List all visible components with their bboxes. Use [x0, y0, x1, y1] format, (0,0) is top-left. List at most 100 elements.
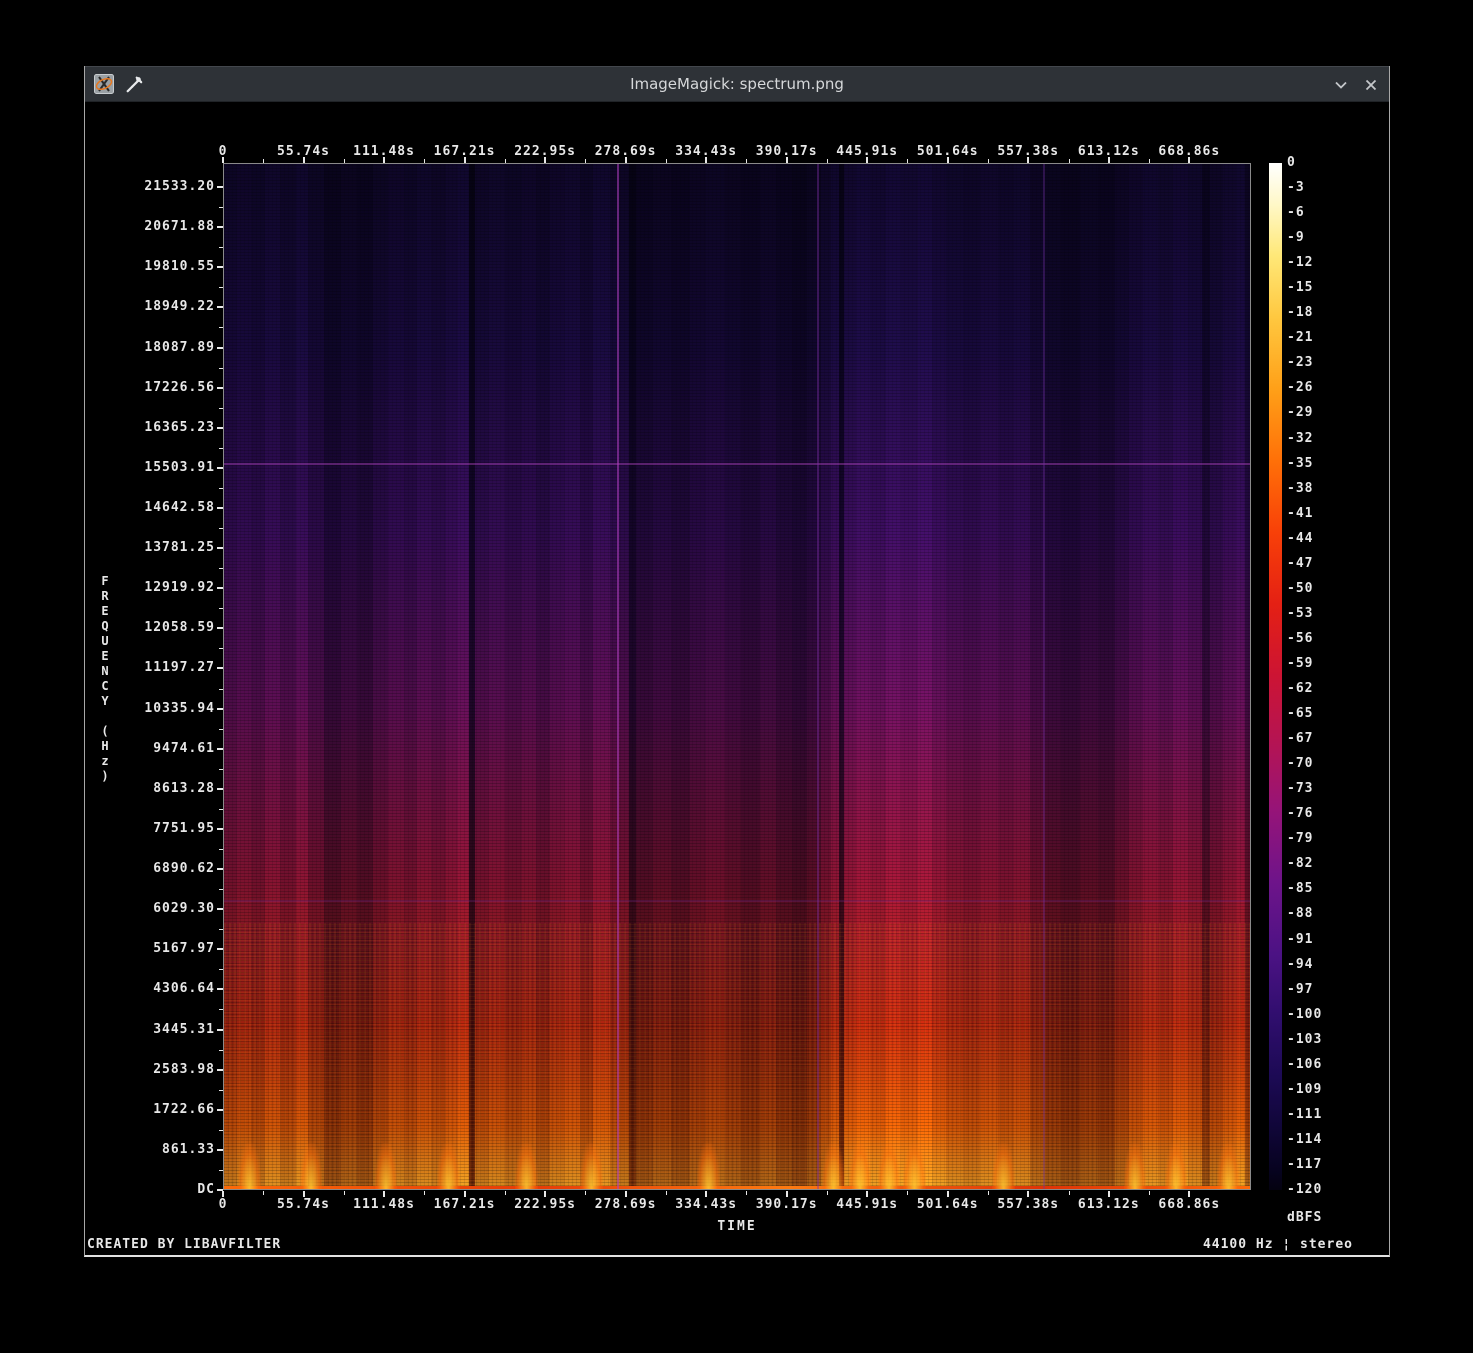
- time-minor-tick: [424, 159, 425, 163]
- time-minor-tick: [344, 159, 345, 163]
- freq-minor-tick: [219, 528, 223, 529]
- stream-info-text: 44100 Hz ¦ stereo: [1203, 1237, 1353, 1252]
- time-tick-mark: [705, 157, 707, 163]
- dbfs-tick-label: -53: [1287, 606, 1313, 621]
- dbfs-tick-label: -82: [1287, 856, 1313, 871]
- shade-button[interactable]: [1333, 77, 1349, 93]
- freq-minor-tick: [219, 408, 223, 409]
- freq-tick-mark: [217, 948, 223, 950]
- freq-minor-tick: [219, 689, 223, 690]
- spectrogram-hotspot: [375, 1143, 398, 1189]
- freq-tick-mark: [217, 507, 223, 509]
- time-minor-tick: [505, 159, 506, 163]
- freq-minor-tick: [219, 368, 223, 369]
- freq-minor-tick: [219, 729, 223, 730]
- freq-tick-label: DC: [85, 1182, 215, 1197]
- time-tick-label: 334.43s: [675, 1197, 737, 1212]
- dbfs-tick-label: -91: [1287, 932, 1313, 947]
- dbfs-tick-label: -56: [1287, 631, 1313, 646]
- freq-tick-mark: [217, 306, 223, 308]
- dbfs-colorbar: [1269, 163, 1282, 1190]
- time-minor-tick: [1149, 1191, 1150, 1195]
- spectrogram-vertical-line: [1043, 164, 1045, 1189]
- close-button[interactable]: [1363, 77, 1379, 93]
- spectrogram-hotspot: [903, 1143, 926, 1189]
- spectrogram-hotspot: [992, 1143, 1015, 1189]
- dbfs-tick-label: -18: [1287, 305, 1313, 320]
- time-minor-tick: [666, 1191, 667, 1195]
- freq-tick-mark: [217, 988, 223, 990]
- freq-minor-tick: [219, 608, 223, 609]
- dbfs-tick-label: -114: [1287, 1132, 1322, 1147]
- freq-tick-mark: [217, 347, 223, 349]
- time-tick-label: 167.21s: [434, 1197, 496, 1212]
- freq-tick-mark: [217, 708, 223, 710]
- dbfs-tick-label: -109: [1287, 1082, 1322, 1097]
- freq-tick-mark: [217, 1149, 223, 1151]
- freq-minor-tick: [219, 1050, 223, 1051]
- time-tick-mark: [222, 157, 224, 163]
- spectrogram-plot: [223, 163, 1251, 1190]
- spectrum-image: FREQUENCY (Hz) dBFS TIME CREATED BY LIBA…: [85, 102, 1389, 1255]
- time-tick-mark: [303, 157, 305, 163]
- freq-minor-tick: [219, 1090, 223, 1091]
- freq-tick-label: 7751.95: [85, 821, 215, 836]
- freq-tick-mark: [217, 748, 223, 750]
- freq-minor-tick: [219, 327, 223, 328]
- title-bar[interactable]: ImageMagick: spectrum.png: [85, 66, 1389, 102]
- dbfs-tick-label: -97: [1287, 982, 1313, 997]
- freq-tick-mark: [217, 1069, 223, 1071]
- freq-tick-label: 21533.20: [85, 179, 215, 194]
- freq-tick-mark: [217, 226, 223, 228]
- spectrogram-hotspot: [878, 1143, 901, 1189]
- time-minor-tick: [1069, 159, 1070, 163]
- dbfs-tick-label: -41: [1287, 506, 1313, 521]
- freq-tick-label: 20671.88: [85, 219, 215, 234]
- dbfs-tick-label: -76: [1287, 806, 1313, 821]
- time-tick-label: 55.74s: [277, 1197, 330, 1212]
- freq-tick-mark: [217, 266, 223, 268]
- time-minor-tick: [585, 159, 586, 163]
- dbfs-tick-label: -117: [1287, 1157, 1322, 1172]
- time-tick-mark: [866, 157, 868, 163]
- dbfs-tick-label: -9: [1287, 230, 1305, 245]
- freq-tick-mark: [217, 1109, 223, 1111]
- freq-tick-label: 861.33: [85, 1142, 215, 1157]
- time-minor-tick: [1069, 1191, 1070, 1195]
- spectrogram-hotspot: [238, 1143, 261, 1189]
- time-tick-mark: [1027, 1191, 1029, 1197]
- time-tick-mark: [705, 1191, 707, 1197]
- dbfs-unit-label: dBFS: [1287, 1210, 1322, 1225]
- freq-tick-mark: [217, 387, 223, 389]
- freq-tick-mark: [217, 427, 223, 429]
- spectrogram-hotspot: [849, 1143, 872, 1189]
- dbfs-tick-label: -29: [1287, 405, 1313, 420]
- time-minor-tick: [585, 1191, 586, 1195]
- freq-minor-tick: [219, 769, 223, 770]
- time-tick-mark: [947, 1191, 949, 1197]
- time-tick-label: 668.86s: [1158, 1197, 1220, 1212]
- freq-tick-label: 9474.61: [85, 741, 215, 756]
- dbfs-tick-label: -26: [1287, 380, 1313, 395]
- spectrogram-hotspot: [1165, 1143, 1188, 1189]
- time-tick-mark: [222, 1191, 224, 1197]
- freq-tick-label: 11197.27: [85, 660, 215, 675]
- time-tick-mark: [464, 1191, 466, 1197]
- freq-tick-label: 18087.89: [85, 340, 215, 355]
- freq-tick-mark: [217, 788, 223, 790]
- dbfs-tick-label: -21: [1287, 330, 1313, 345]
- time-tick-label: 557.38s: [997, 1197, 1059, 1212]
- freq-minor-tick: [219, 929, 223, 930]
- freq-minor-tick: [219, 247, 223, 248]
- freq-tick-label: 17226.56: [85, 380, 215, 395]
- dbfs-tick-label: -38: [1287, 481, 1313, 496]
- freq-tick-label: 12919.92: [85, 580, 215, 595]
- freq-minor-tick: [219, 1170, 223, 1171]
- time-tick-mark: [464, 157, 466, 163]
- time-tick-mark: [786, 157, 788, 163]
- freq-tick-mark: [217, 1029, 223, 1031]
- time-minor-tick: [746, 159, 747, 163]
- time-tick-mark: [866, 1191, 868, 1197]
- dbfs-tick-label: -47: [1287, 556, 1313, 571]
- spectrogram-hotspot: [1124, 1143, 1147, 1189]
